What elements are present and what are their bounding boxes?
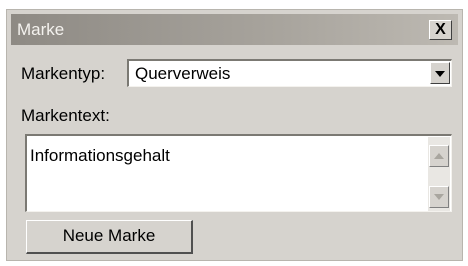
close-icon: X	[435, 21, 446, 38]
arrow-up-icon	[434, 153, 444, 159]
vertical-scrollbar[interactable]	[428, 137, 450, 211]
dropdown-button[interactable]	[430, 62, 450, 84]
title-bar[interactable]: Marke X	[11, 14, 458, 45]
new-mark-button[interactable]: Neue Marke	[26, 220, 193, 254]
markentext-textarea[interactable]: Informationsgehalt	[25, 134, 452, 212]
window-title: Marke	[17, 20, 65, 39]
chevron-down-icon	[435, 71, 445, 77]
markentyp-label: Markentyp:	[21, 64, 106, 83]
arrow-down-icon	[434, 194, 444, 200]
markentyp-select[interactable]: Querverweis	[127, 59, 452, 87]
markentext-value: Informationsgehalt	[30, 146, 170, 165]
close-button[interactable]: X	[429, 20, 452, 40]
marke-dialog: Marke X Markentyp: Querverweis Markentex…	[6, 9, 463, 261]
scroll-down-button[interactable]	[429, 186, 449, 208]
markentyp-value: Querverweis	[135, 64, 231, 83]
markentext-label: Markentext:	[21, 106, 110, 125]
scroll-up-button[interactable]	[429, 145, 449, 167]
